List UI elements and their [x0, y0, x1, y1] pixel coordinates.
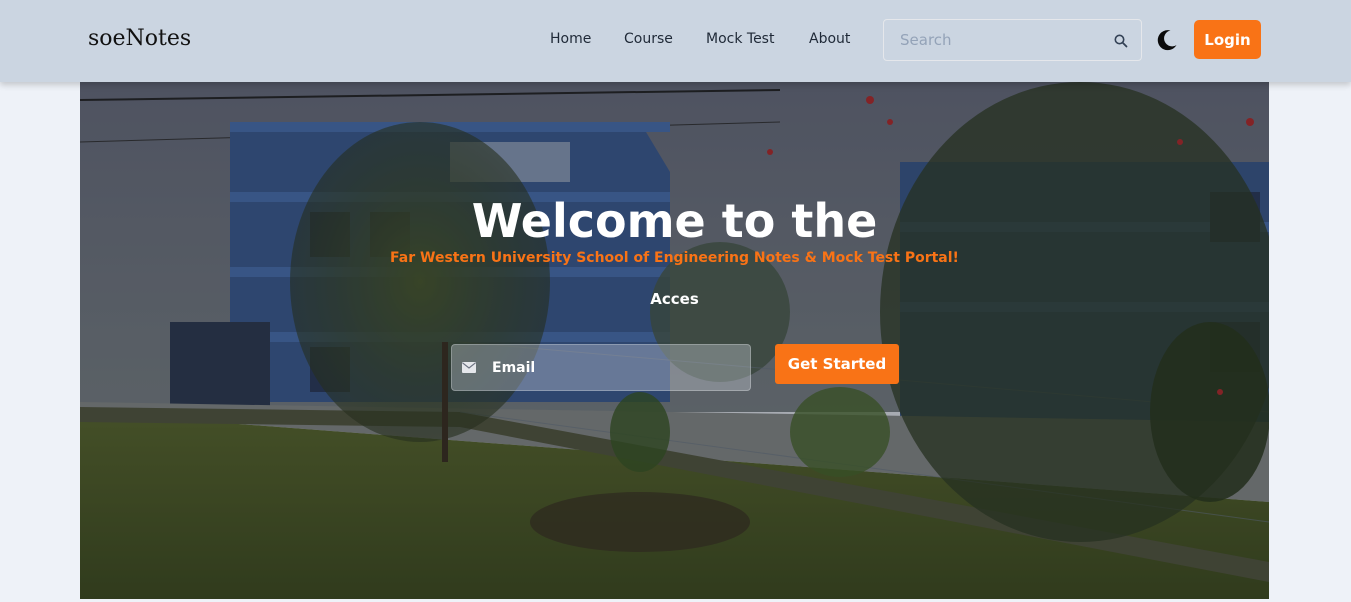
search-icon[interactable]: [1113, 33, 1129, 49]
navbar: soeNotes Home Course Mock Test About Log…: [0, 0, 1351, 82]
nav-mock-test[interactable]: Mock Test: [706, 31, 774, 47]
search-input[interactable]: [900, 29, 1100, 51]
hero-section: Welcome to the Far Western University Sc…: [80, 82, 1269, 599]
hero-tagline: Acces: [650, 290, 699, 308]
email-field-wrapper: [451, 344, 751, 391]
nav-course[interactable]: Course: [624, 31, 673, 47]
hero-title: Welcome to the: [471, 194, 878, 248]
search-box: [883, 19, 1142, 61]
hero-subtitle: Far Western University School of Enginee…: [390, 250, 959, 266]
brand-logo[interactable]: soeNotes: [88, 26, 191, 51]
envelope-icon: [462, 362, 476, 373]
login-button[interactable]: Login: [1194, 20, 1261, 59]
email-field[interactable]: [492, 357, 732, 379]
nav-about[interactable]: About: [809, 31, 850, 47]
moon-icon[interactable]: [1155, 28, 1179, 52]
get-started-button[interactable]: Get Started: [775, 344, 899, 384]
nav-home[interactable]: Home: [550, 31, 591, 47]
hero-overlay: [80, 82, 1269, 599]
